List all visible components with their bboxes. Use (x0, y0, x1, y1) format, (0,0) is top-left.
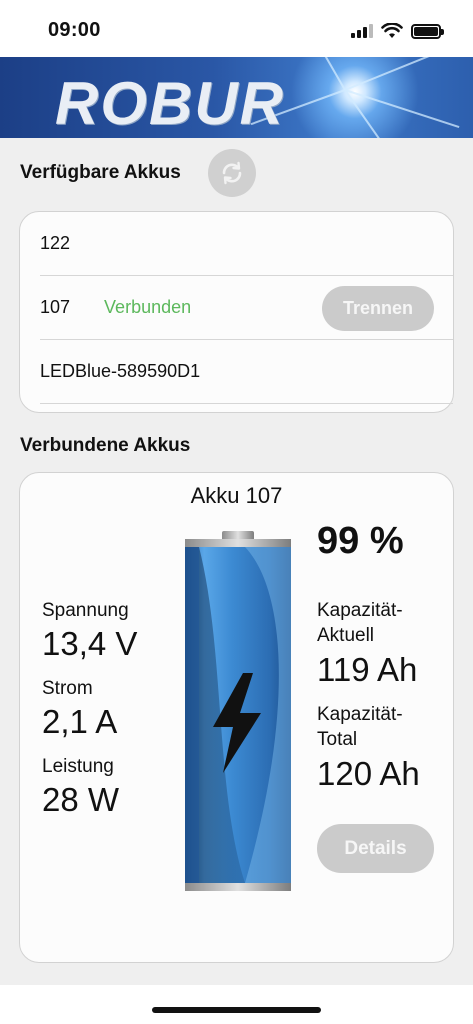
voltage-value: 13,4 V (42, 625, 138, 662)
status-bar: 09:00 (0, 0, 473, 57)
refresh-button[interactable] (208, 149, 256, 197)
details-button[interactable]: Details (317, 824, 434, 873)
status-time: 09:00 (48, 19, 101, 41)
home-indicator-area (0, 985, 473, 1024)
status-icons (351, 22, 444, 40)
cellular-signal-icon (351, 24, 373, 38)
battery-name: Akku 107 (190, 483, 283, 508)
capacity-current-label-line2: Aktuell (317, 625, 375, 646)
device-name: LEDBlue-589590D1 (40, 361, 201, 381)
brand-banner: ROBUR (0, 57, 473, 138)
list-item[interactable]: LEDBlue-589590D1 (40, 340, 453, 404)
brand-logo: ROBUR (55, 70, 285, 137)
connection-status: Verbunden (104, 297, 192, 317)
list-item[interactable]: 107 Verbunden Trennen (40, 276, 453, 340)
home-indicator[interactable] (152, 1007, 321, 1013)
charge-percent: 99 % (317, 520, 404, 562)
battery-illustration (185, 531, 291, 891)
wifi-icon (381, 23, 403, 38)
list-item[interactable]: 122 (40, 212, 453, 276)
current-label: Strom (42, 678, 93, 699)
disconnect-button[interactable]: Trennen (322, 286, 434, 331)
power-value: 28 W (42, 781, 120, 818)
connected-batteries-title: Verbundene Akkus (20, 435, 191, 456)
capacity-total-label-line2: Total (317, 729, 358, 750)
battery-card: Akku 107 Spannung 13,4 V Strom 2,1 A Lei… (19, 472, 454, 963)
available-batteries-list: 122 107 Verbunden Trennen LEDBlue-589590… (19, 211, 454, 413)
voltage-label: Spannung (42, 600, 129, 621)
banner-glow (280, 57, 430, 138)
capacity-current-value: 119 Ah (317, 651, 418, 688)
capacity-total-label-line1: Kapazität- (317, 704, 403, 725)
device-name: 122 (40, 233, 71, 253)
current-value: 2,1 A (42, 703, 118, 740)
power-label: Leistung (42, 756, 114, 777)
refresh-icon (222, 161, 242, 185)
available-batteries-title: Verfügbare Akkus (20, 162, 181, 183)
battery-graphic (185, 529, 291, 893)
capacity-total-value: 120 Ah (317, 755, 420, 792)
capacity-current-label-line1: Kapazität- (317, 600, 403, 621)
device-name: 107 (40, 297, 71, 317)
battery-icon (411, 23, 444, 39)
